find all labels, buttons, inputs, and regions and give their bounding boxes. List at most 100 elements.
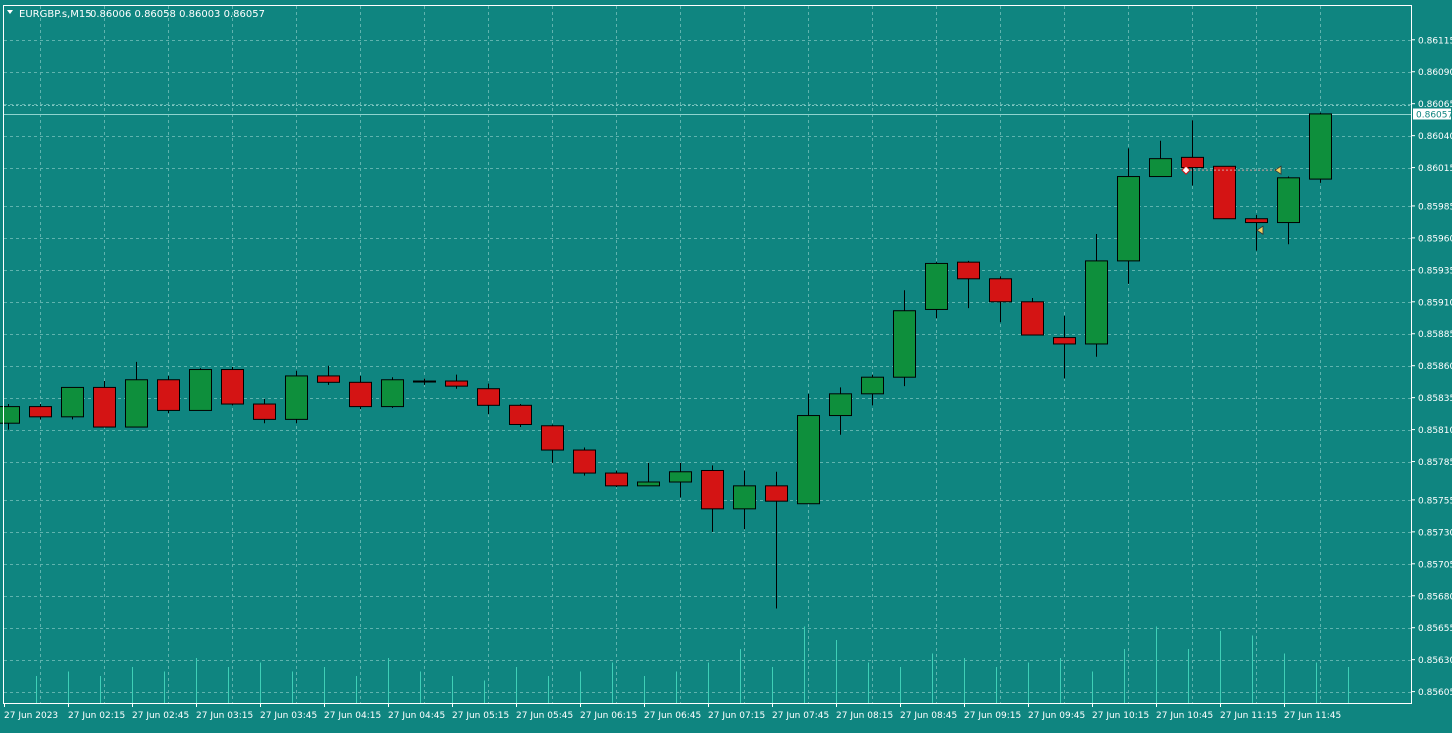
time-tick-label: 27 Jun 09:45 xyxy=(1028,711,1085,721)
price-tick-label: 0.85910 xyxy=(1418,298,1452,308)
price-tick-label: 0.85785 xyxy=(1418,458,1452,468)
candle-body xyxy=(0,406,20,424)
candle-body xyxy=(765,485,788,502)
candle-body xyxy=(573,449,596,474)
candle-body xyxy=(509,404,532,425)
price-tick-label: 0.85730 xyxy=(1418,528,1452,538)
time-tick-label: 27 Jun 04:15 xyxy=(324,711,381,721)
candle-body xyxy=(1117,176,1140,262)
candle-body xyxy=(893,310,916,378)
candle-body xyxy=(1213,165,1236,220)
candle-body xyxy=(829,393,852,417)
time-tick-label: 27 Jun 06:45 xyxy=(644,711,701,721)
time-tick-label: 27 Jun 02:15 xyxy=(68,711,125,721)
candle-body xyxy=(413,380,436,383)
price-tick-label: 0.86115 xyxy=(1418,36,1452,46)
candle-body xyxy=(669,471,692,483)
candle[interactable] xyxy=(221,366,244,406)
time-tick-label: 27 Jun 2023 xyxy=(4,711,58,721)
candle-body xyxy=(477,388,500,406)
candle-body xyxy=(1245,218,1268,224)
candle[interactable] xyxy=(61,386,84,420)
candle-body xyxy=(701,469,724,510)
current-price-label: 0.86057 xyxy=(1416,111,1452,121)
price-tick-label: 0.85705 xyxy=(1418,560,1452,570)
candle-body xyxy=(381,379,404,408)
candle-body xyxy=(1181,156,1204,169)
candle-body xyxy=(317,375,340,383)
candle-body xyxy=(445,380,468,387)
candle[interactable] xyxy=(93,381,116,428)
candle[interactable] xyxy=(189,368,212,411)
candle[interactable] xyxy=(157,375,180,413)
price-tick-label: 0.85935 xyxy=(1418,266,1452,276)
time-tick-label: 27 Jun 10:45 xyxy=(1156,711,1213,721)
time-tick-label: 27 Jun 03:45 xyxy=(260,711,317,721)
price-tick-label: 0.85860 xyxy=(1418,362,1452,372)
price-tick-label: 0.86015 xyxy=(1418,164,1452,174)
time-tick-label: 27 Jun 10:15 xyxy=(1092,711,1149,721)
price-tick-label: 0.85655 xyxy=(1418,624,1452,634)
time-tick-label: 27 Jun 05:45 xyxy=(516,711,573,721)
candle-body xyxy=(29,406,52,418)
time-tick-label: 27 Jun 11:45 xyxy=(1284,711,1341,721)
time-tick-label: 27 Jun 09:15 xyxy=(964,711,1021,721)
candle[interactable] xyxy=(285,370,308,424)
candle-body xyxy=(797,415,820,505)
candle-body xyxy=(1085,260,1108,345)
candle-body xyxy=(733,485,756,510)
price-tick-label: 0.85755 xyxy=(1418,496,1452,506)
candle-body xyxy=(349,381,372,408)
candle[interactable] xyxy=(509,404,532,428)
time-tick-label: 27 Jun 06:15 xyxy=(580,711,637,721)
candle-body xyxy=(1021,301,1044,336)
time-tick-label: 27 Jun 08:15 xyxy=(836,711,893,721)
candle-body xyxy=(253,403,276,420)
price-tick-label: 0.85960 xyxy=(1418,234,1452,244)
candle-body xyxy=(605,472,628,487)
candle-body xyxy=(637,481,660,487)
candle-body xyxy=(221,369,244,405)
time-tick-label: 27 Jun 03:15 xyxy=(196,711,253,721)
time-tick-label: 27 Jun 05:15 xyxy=(452,711,509,721)
price-tick-label: 0.86040 xyxy=(1418,132,1452,142)
candle-body xyxy=(93,386,116,428)
price-axis[interactable]: 0.861150.860900.860650.860400.860150.859… xyxy=(1411,36,1452,698)
time-tick-label: 27 Jun 07:45 xyxy=(772,711,829,721)
candle-body xyxy=(61,386,84,418)
chart-background xyxy=(0,0,1452,729)
candle[interactable] xyxy=(1213,165,1236,220)
price-chart[interactable]: 0.861150.860900.860650.860400.860150.859… xyxy=(0,0,1452,729)
candle[interactable] xyxy=(605,470,628,488)
candle-body xyxy=(189,369,212,411)
candle-body xyxy=(925,262,948,310)
ohlc-values: 0.86006 0.86058 0.86003 0.86057 xyxy=(90,9,265,20)
time-tick-label: 27 Jun 07:15 xyxy=(708,711,765,721)
candle-body xyxy=(125,379,148,428)
price-tick-label: 0.85835 xyxy=(1418,394,1452,404)
candle-body xyxy=(1277,177,1300,224)
price-tick-label: 0.85630 xyxy=(1418,656,1452,666)
chart-window[interactable]: 0.86115 0.86090 0.86065 0.86040 0.86015 0.859… xyxy=(0,0,1452,729)
candle-body xyxy=(861,376,884,395)
candle[interactable] xyxy=(1021,297,1044,336)
time-tick-label: 27 Jun 02:45 xyxy=(132,711,189,721)
price-tick-label: 0.85680 xyxy=(1418,592,1452,602)
candle-body xyxy=(957,261,980,280)
candle-body xyxy=(541,425,564,451)
price-tick-label: 0.85885 xyxy=(1418,330,1452,340)
candle-body xyxy=(1309,113,1332,180)
candle-body xyxy=(157,379,180,411)
price-tick-label: 0.85985 xyxy=(1418,202,1452,212)
time-tick-label: 27 Jun 04:45 xyxy=(388,711,445,721)
candle[interactable] xyxy=(381,377,404,408)
time-tick-label: 27 Jun 11:15 xyxy=(1220,711,1277,721)
current-price-badge: 0.86057 xyxy=(1413,108,1452,121)
candle[interactable] xyxy=(573,447,596,476)
candle-body xyxy=(1053,337,1076,345)
price-tick-label: 0.85605 xyxy=(1418,688,1452,698)
candle[interactable] xyxy=(29,404,52,420)
candle[interactable] xyxy=(1309,112,1332,183)
chart-header: EURGBP.s,M15 0.86006 0.86058 0.86003 0.8… xyxy=(7,9,265,20)
price-tick-label: 0.85810 xyxy=(1418,426,1452,436)
